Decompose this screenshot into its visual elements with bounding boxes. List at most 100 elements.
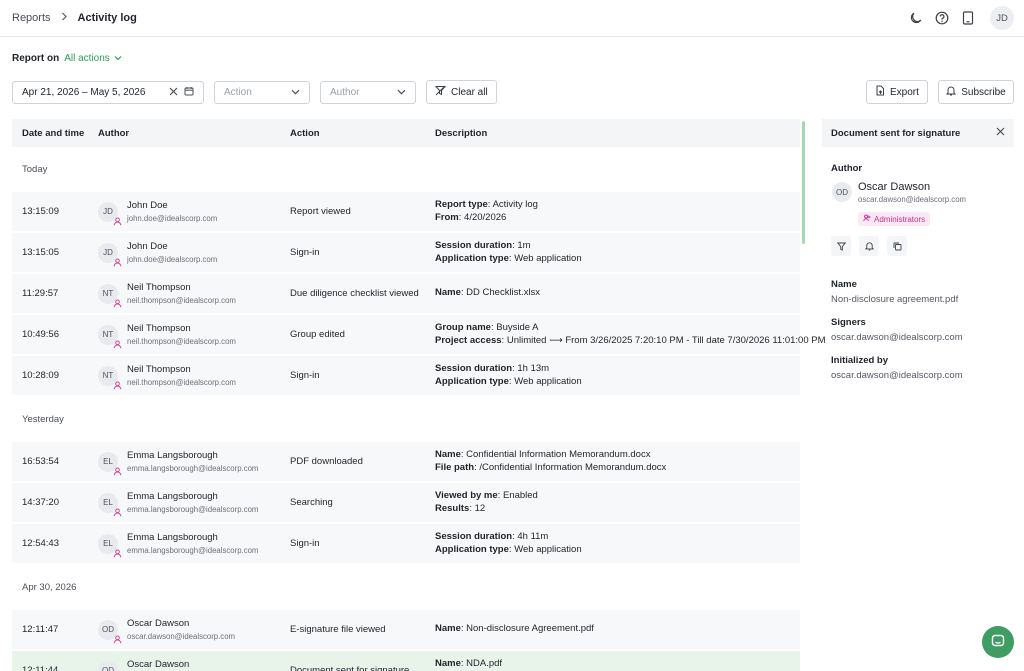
author-name: Neil Thompson [127,364,191,375]
avatar: EL [98,533,122,557]
row-action: Sign-in [290,538,320,549]
description-line: Name: Confidential Information Memorandu… [435,449,651,460]
description-value: 4h 11m [517,531,549,542]
subscribe-label: Subscribe [961,86,1006,98]
report-on-select[interactable]: All actions [64,53,122,64]
row-action: Sign-in [290,370,320,381]
page-title: Activity log [77,12,137,24]
row-time: 16:53:54 [22,456,59,467]
date-range-value: Apr 21, 2026 – May 5, 2026 [22,87,146,98]
row-time: 10:28:09 [22,370,59,381]
description-value: 4/20/2026 [464,211,507,223]
author-filter[interactable]: Author [320,81,416,104]
avatar-initials: NT [102,330,114,339]
description-key: Session duration [435,531,513,542]
description-line: Session duration: 4h 11m [435,531,549,542]
group-header: Yesterday [22,414,64,425]
header-date-time[interactable]: Date and time [12,128,98,139]
user-avatar[interactable]: JD [990,6,1014,30]
breadcrumb-reports[interactable]: Reports [12,12,51,24]
description-value: Buyside A [496,322,539,333]
date-range-field[interactable]: Apr 21, 2026 – May 5, 2026 [12,81,204,104]
scrollbar[interactable] [802,121,805,244]
panel-author-email: oscar.dawson@idealscorp.com [858,195,967,204]
row-action: E-signature file viewed [290,624,386,635]
table-row[interactable]: 12:54:43 EL Emma Langsborough emma.langsbor… [12,524,800,565]
top-bar: Reports Activity log JD [0,0,1024,37]
avatar-initials: OD [102,666,114,671]
export-button[interactable]: Export [866,80,928,104]
author-email: neil.thompson@idealscorp.com [127,296,236,305]
description-line: From: 4/20/2026 [435,211,507,223]
table-row[interactable]: 16:53:54 EL Emma Langsborough emma.langsbor… [12,442,800,483]
bell-icon[interactable] [859,236,879,256]
filter-icon[interactable] [831,236,851,256]
author-email: oscar.dawson@idealscorp.com [127,632,236,641]
header-action[interactable]: Action [290,128,435,139]
description-value: Confidential Information Memorandum.docx [466,449,651,460]
clear-all-button[interactable]: Clear all [426,80,497,104]
clear-date-icon[interactable] [169,87,178,99]
row-time: 12:11:47 [22,624,59,635]
author-email: neil.thompson@idealscorp.com [127,337,236,346]
description-value: 1m [517,240,531,251]
subscribe-button[interactable]: Subscribe [938,80,1014,104]
calendar-icon[interactable] [184,86,194,99]
author-name: John Doe [127,241,168,252]
panel-signers-value: oscar.dawson@idealscorp.com [831,332,963,343]
description-value: Enabled [502,490,538,501]
panel-header: Document sent for signature [822,119,1014,147]
row-author: JD John Doe john.doe@idealscorp.com [98,240,290,266]
table-row[interactable]: 13:15:09 JD John Doe john.doe@idealscorp.co… [12,192,800,233]
table-row[interactable]: 11:29:57 NT Neil Thompson neil.thompson@ide… [12,274,800,315]
row-author: ODOscar Dawsonoscar.dawson@idealscorp.co… [98,658,290,671]
table-row[interactable]: 14:37:20 EL Emma Langsborough emma.langsbor… [12,483,800,524]
avatar: NT [98,365,122,389]
description-key: Application type [435,375,509,387]
description-line: Results: 12 [435,502,486,514]
avatar-initials: EL [103,498,113,507]
table-row[interactable]: 10:28:09 NT Neil Thompson neil.thompson@ide… [12,356,800,397]
author-name: Emma Langsborough [127,532,218,543]
copy-icon[interactable] [887,236,907,256]
table-row[interactable]: 13:15:05 JD John Doe john.doe@idealscorp.co… [12,233,800,274]
description-key: Name [435,658,461,669]
panel-title: Document sent for signature [831,127,961,139]
avatar-initials: NT [102,289,114,298]
close-icon[interactable] [996,127,1005,139]
avatar: OD [98,619,122,643]
panel-author-label: Author [831,163,863,174]
avatar-initials: EL [103,539,113,548]
chat-button[interactable] [982,626,1014,658]
export-label: Export [890,86,919,98]
description-value: Non-disclosure Agreement.pdf [466,623,594,635]
description-line: Group name: Buyside A [435,322,539,333]
row-action: Sign-in [290,247,320,258]
moon-icon[interactable] [908,10,924,26]
bell-icon [946,85,957,99]
author-email: neil.thompson@idealscorp.com [127,378,236,387]
row-description: Name: Non-disclosure Agreement.pdf [435,623,800,636]
avatar: JD [98,242,122,266]
action-filter[interactable]: Action [214,81,310,104]
row-time: 12:54:43 [22,538,59,549]
description-line: Session duration: 1m [435,240,531,251]
description-value: 1h 13m [517,363,550,374]
description-line: Name: Non-disclosure Agreement.pdf [435,623,594,635]
avatar-initials: OD [102,625,114,634]
row-time: 11:29:57 [22,288,59,299]
table-row[interactable]: 12:11:47 OD Oscar Dawson oscar.dawson@ideal… [12,610,800,651]
group-header: Today [22,164,48,175]
header-description[interactable]: Description [435,128,800,139]
tablet-icon[interactable] [960,10,976,26]
header-author[interactable]: Author [98,128,290,139]
description-value: 12 [474,502,486,514]
panel-author: OD Oscar Dawson oscar.dawson@idealscorp.… [832,181,1014,226]
user-role-icon [113,467,122,476]
table-row[interactable]: 12:11:44ODOscar Dawsonoscar.dawson@ideal… [12,651,800,671]
help-icon[interactable] [934,10,950,26]
table-row[interactable]: 10:49:56 NT Neil Thompson neil.thompson@ide… [12,315,826,356]
user-role-icon [113,381,122,390]
row-action: Due diligence checklist viewed [290,288,419,299]
row-description: Report type: Activity log From: 4/20/2026 [435,199,800,224]
